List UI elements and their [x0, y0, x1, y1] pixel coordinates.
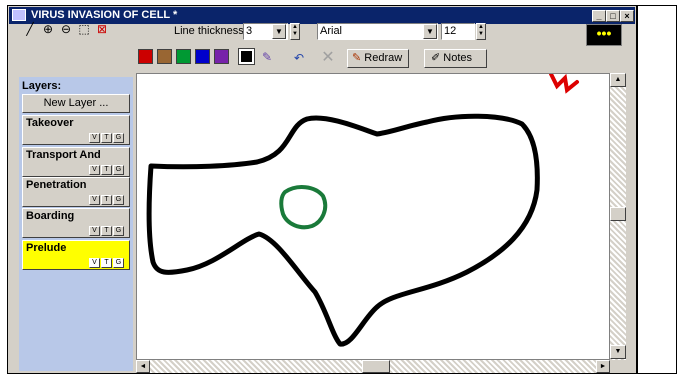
- scroll-up-button[interactable]: ▲: [610, 73, 626, 87]
- color-swatch-green[interactable]: [176, 49, 191, 64]
- erase-rect-icon[interactable]: ⊠: [94, 21, 110, 37]
- redraw-label: Redraw: [364, 52, 403, 64]
- font-size-spinner[interactable]: ▲ ▼: [476, 23, 486, 40]
- layer-name: Boarding: [26, 210, 75, 222]
- layer-name: Penetration: [26, 179, 87, 191]
- layer-name: Prelude: [26, 242, 67, 254]
- layers-title: Layers:: [22, 80, 62, 92]
- layer-visible-toggle[interactable]: V: [89, 165, 100, 175]
- delete-icon[interactable]: ✕: [320, 50, 336, 66]
- scroll-down-button[interactable]: ▼: [610, 345, 626, 359]
- layer-group-toggle[interactable]: G: [113, 195, 124, 205]
- vertical-scroll-thumb[interactable]: [610, 207, 626, 221]
- color-swatch-brown[interactable]: [157, 49, 172, 64]
- font-dropdown-icon[interactable]: ▼: [423, 24, 437, 39]
- color-swatch-black[interactable]: [238, 48, 255, 65]
- color-picker-pencil-icon[interactable]: ✎: [259, 49, 275, 65]
- redraw-button[interactable]: ✎ Redraw: [347, 49, 409, 68]
- red-scribble-stroke: [549, 74, 579, 94]
- window-title: VIRUS INVASION OF CELL *: [31, 9, 178, 21]
- zoom-in-icon[interactable]: ⊕: [40, 21, 56, 37]
- layer-text-toggle[interactable]: T: [101, 165, 112, 175]
- select-rect-icon[interactable]: ⬚: [76, 21, 92, 37]
- horizontal-scroll-thumb[interactable]: [362, 360, 390, 373]
- layer-group-toggle[interactable]: G: [113, 165, 124, 175]
- layer-name: Transport And: [26, 149, 101, 161]
- cell-outline-stroke: [146, 113, 540, 347]
- color-swatch-purple[interactable]: [214, 49, 229, 64]
- restore-button[interactable]: □: [606, 10, 620, 22]
- undo-icon[interactable]: ↶: [291, 50, 307, 66]
- layer-visible-toggle[interactable]: V: [89, 226, 100, 236]
- layer-group-toggle[interactable]: G: [113, 258, 124, 268]
- layer-visible-toggle[interactable]: V: [89, 133, 100, 143]
- line-thickness-label: Line thickness:: [174, 25, 247, 37]
- layer-prelude[interactable]: Prelude V T G: [22, 240, 130, 270]
- layer-text-toggle[interactable]: T: [101, 133, 112, 143]
- font-size-field[interactable]: 12: [441, 23, 475, 40]
- line-thickness-spinner[interactable]: ▲ ▼: [290, 23, 300, 40]
- layer-transport-and[interactable]: Transport And V T G: [22, 147, 130, 177]
- layer-penetration[interactable]: Penetration V T G: [22, 177, 130, 207]
- layer-text-toggle[interactable]: T: [101, 226, 112, 236]
- app-icon: [12, 9, 26, 21]
- notes-label: Notes: [443, 52, 473, 64]
- layer-visible-toggle[interactable]: V: [89, 195, 100, 205]
- new-layer-button[interactable]: New Layer ...: [22, 94, 130, 113]
- scroll-left-button[interactable]: ◄: [136, 360, 150, 373]
- scroll-right-button[interactable]: ►: [596, 360, 610, 373]
- layer-visible-toggle[interactable]: V: [89, 258, 100, 268]
- layer-name: Takeover: [26, 117, 74, 129]
- drawing-canvas[interactable]: [136, 73, 610, 360]
- close-button[interactable]: ×: [620, 10, 634, 22]
- layer-group-toggle[interactable]: G: [113, 133, 124, 143]
- nucleus-stroke: [279, 185, 328, 230]
- layer-boarding[interactable]: Boarding V T G: [22, 208, 130, 238]
- color-swatch-red[interactable]: [138, 49, 153, 64]
- layer-takeover[interactable]: Takeover V T G: [22, 115, 130, 145]
- color-swatch-blue[interactable]: [195, 49, 210, 64]
- side-panel: [637, 5, 677, 374]
- redraw-icon: ✎: [352, 52, 362, 64]
- canvas-drawing: [146, 74, 579, 347]
- line-thickness-dropdown-icon[interactable]: ▼: [272, 24, 286, 39]
- pen-tool-icon[interactable]: ╱: [22, 21, 38, 37]
- zoom-out-icon[interactable]: ⊖: [58, 21, 74, 37]
- notes-icon: ✐: [431, 52, 441, 64]
- layer-group-toggle[interactable]: G: [113, 226, 124, 236]
- notes-button[interactable]: ✐ Notes: [424, 49, 487, 68]
- minimize-button[interactable]: _: [592, 10, 606, 22]
- more-options-button[interactable]: •••: [586, 24, 622, 46]
- layer-text-toggle[interactable]: T: [101, 195, 112, 205]
- layer-text-toggle[interactable]: T: [101, 258, 112, 268]
- font-select[interactable]: Arial: [317, 23, 438, 40]
